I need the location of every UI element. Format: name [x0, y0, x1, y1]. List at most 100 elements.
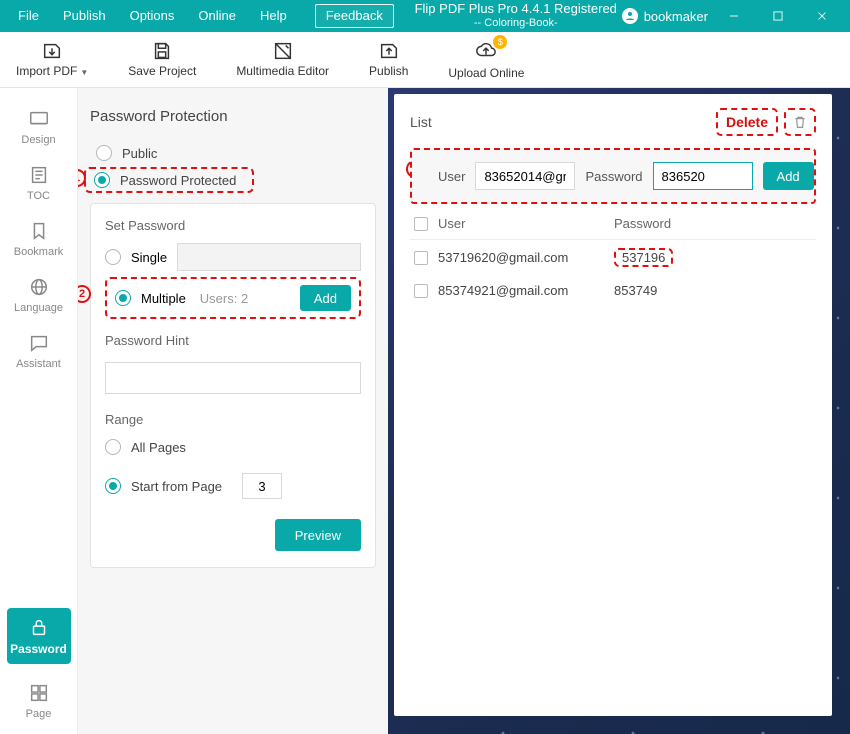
title-line1: Flip PDF Plus Pro 4.4.1 Registered — [410, 2, 622, 16]
set-password-subpanel: Set Password Single 2 Multiple Users: 2 … — [90, 203, 376, 568]
import-pdf-label: Import PDF — [16, 64, 88, 78]
password-hint-label: Password Hint — [105, 333, 361, 348]
col-password-label: Password — [614, 216, 812, 231]
add-user-label: User — [438, 169, 465, 184]
list-heading: List — [410, 114, 432, 130]
multimedia-editor-label: Multimedia Editor — [236, 64, 329, 78]
rail-language[interactable]: Language — [9, 276, 69, 314]
title-line2: -- Coloring-Book- — [410, 16, 622, 30]
window-maximize-button[interactable] — [756, 0, 800, 32]
user-list-panel: List Delete 3 User Password Add — [394, 94, 832, 716]
password-hint-input[interactable] — [105, 362, 361, 394]
upload-icon-wrapper: $ — [475, 39, 497, 64]
menu-bar: File Publish Options Online Help Feedbac… — [0, 0, 850, 32]
publish-icon — [378, 40, 400, 62]
single-password-input[interactable] — [177, 243, 361, 271]
rail-bookmark[interactable]: Bookmark — [9, 220, 69, 258]
workspace: Design TOC Bookmark Language Assistant P… — [0, 88, 850, 734]
row-user: 85374921@gmail.com — [438, 283, 568, 298]
radio-password-protected[interactable]: Password Protected — [84, 167, 254, 193]
radio-icon — [105, 249, 121, 265]
import-pdf-button[interactable]: Import PDF — [16, 31, 88, 87]
row-checkbox[interactable] — [414, 284, 428, 298]
grid-icon — [28, 682, 50, 704]
save-icon — [151, 40, 173, 62]
table-body: 53719620@gmail.com 537196 85374921@gmail.c… — [410, 240, 816, 306]
set-password-label: Set Password — [105, 218, 361, 233]
globe-icon — [28, 276, 50, 298]
add-user-button[interactable]: Add — [763, 162, 814, 190]
toc-icon — [28, 164, 50, 186]
window-title: Flip PDF Plus Pro 4.4.1 Registered -- Co… — [410, 2, 622, 30]
row-password-highlight: 537196 — [614, 248, 673, 267]
feedback-button[interactable]: Feedback — [315, 4, 394, 28]
publish-button[interactable]: Publish — [369, 31, 408, 87]
user-avatar-icon — [622, 8, 638, 24]
radio-icon — [94, 172, 110, 188]
save-project-label: Save Project — [128, 64, 196, 78]
rail-design[interactable]: Design — [9, 108, 69, 146]
window-minimize-button[interactable] — [712, 0, 756, 32]
menu-publish[interactable]: Publish — [51, 0, 118, 32]
row-password: 853749 — [614, 283, 812, 298]
row-password: 537196 — [614, 248, 812, 267]
username-label: bookmaker — [644, 9, 708, 24]
lock-icon — [28, 616, 50, 638]
annotation-2: 2 — [78, 285, 91, 303]
rail-password[interactable]: Password — [7, 608, 71, 664]
main-toolbar: Import PDF Save Project Multimedia Edito… — [0, 32, 850, 88]
menu-online[interactable]: Online — [186, 0, 248, 32]
import-icon — [41, 40, 63, 62]
monitor-icon — [28, 108, 50, 130]
password-settings-panel: Password Protection Public 1 Password Pr… — [78, 88, 388, 734]
radio-start-from-page[interactable]: Start from Page — [105, 469, 361, 503]
table-header: User Password — [410, 204, 816, 240]
panel-heading: Password Protection — [90, 108, 376, 125]
table-row[interactable]: 85374921@gmail.com 853749 — [410, 275, 816, 306]
rail-page[interactable]: Page — [9, 682, 69, 720]
preview-background: List Delete 3 User Password Add — [388, 88, 850, 734]
radio-icon — [115, 290, 131, 306]
radio-icon — [105, 478, 121, 494]
upload-online-label: Upload Online — [448, 66, 524, 80]
publish-label: Publish — [369, 64, 408, 78]
radio-all-pages[interactable]: All Pages — [105, 435, 361, 459]
menu-help[interactable]: Help — [248, 0, 299, 32]
chat-icon — [28, 332, 50, 354]
save-project-button[interactable]: Save Project — [128, 31, 196, 87]
add-user-row: User Password Add — [410, 148, 816, 204]
preview-button[interactable]: Preview — [275, 519, 361, 551]
rail-assistant[interactable]: Assistant — [9, 332, 69, 370]
add-multiple-button[interactable]: Add — [300, 285, 351, 311]
trash-button[interactable] — [784, 108, 816, 136]
select-all-checkbox[interactable] — [414, 217, 428, 231]
add-password-label: Password — [585, 169, 642, 184]
users-count-label: Users: 2 — [200, 291, 248, 306]
upload-badge: $ — [493, 35, 507, 49]
multimedia-icon — [272, 40, 294, 62]
multimedia-editor-button[interactable]: Multimedia Editor — [236, 31, 329, 87]
menu-options[interactable]: Options — [118, 0, 187, 32]
left-rail: Design TOC Bookmark Language Assistant P… — [0, 88, 78, 734]
radio-multiple[interactable]: Multiple Users: 2 Add — [105, 277, 361, 319]
table-row[interactable]: 53719620@gmail.com 537196 — [410, 240, 816, 275]
trash-icon — [792, 114, 808, 130]
user-account[interactable]: bookmaker — [622, 8, 708, 24]
col-user-label: User — [438, 216, 465, 231]
start-page-input[interactable] — [242, 473, 282, 499]
add-user-input[interactable] — [475, 162, 575, 190]
range-label: Range — [105, 412, 361, 427]
row-checkbox[interactable] — [414, 251, 428, 265]
radio-icon — [105, 439, 121, 455]
radio-public[interactable]: Public — [90, 141, 376, 165]
upload-online-button[interactable]: $ Upload Online — [448, 31, 524, 87]
radio-icon — [96, 145, 112, 161]
row-user: 53719620@gmail.com — [438, 250, 568, 265]
add-password-input[interactable] — [653, 162, 753, 190]
delete-button[interactable]: Delete — [716, 108, 778, 136]
menu-file[interactable]: File — [6, 0, 51, 32]
bookmark-icon — [28, 220, 50, 242]
window-close-button[interactable] — [800, 0, 844, 32]
rail-toc[interactable]: TOC — [9, 164, 69, 202]
radio-single[interactable]: Single — [105, 241, 361, 277]
